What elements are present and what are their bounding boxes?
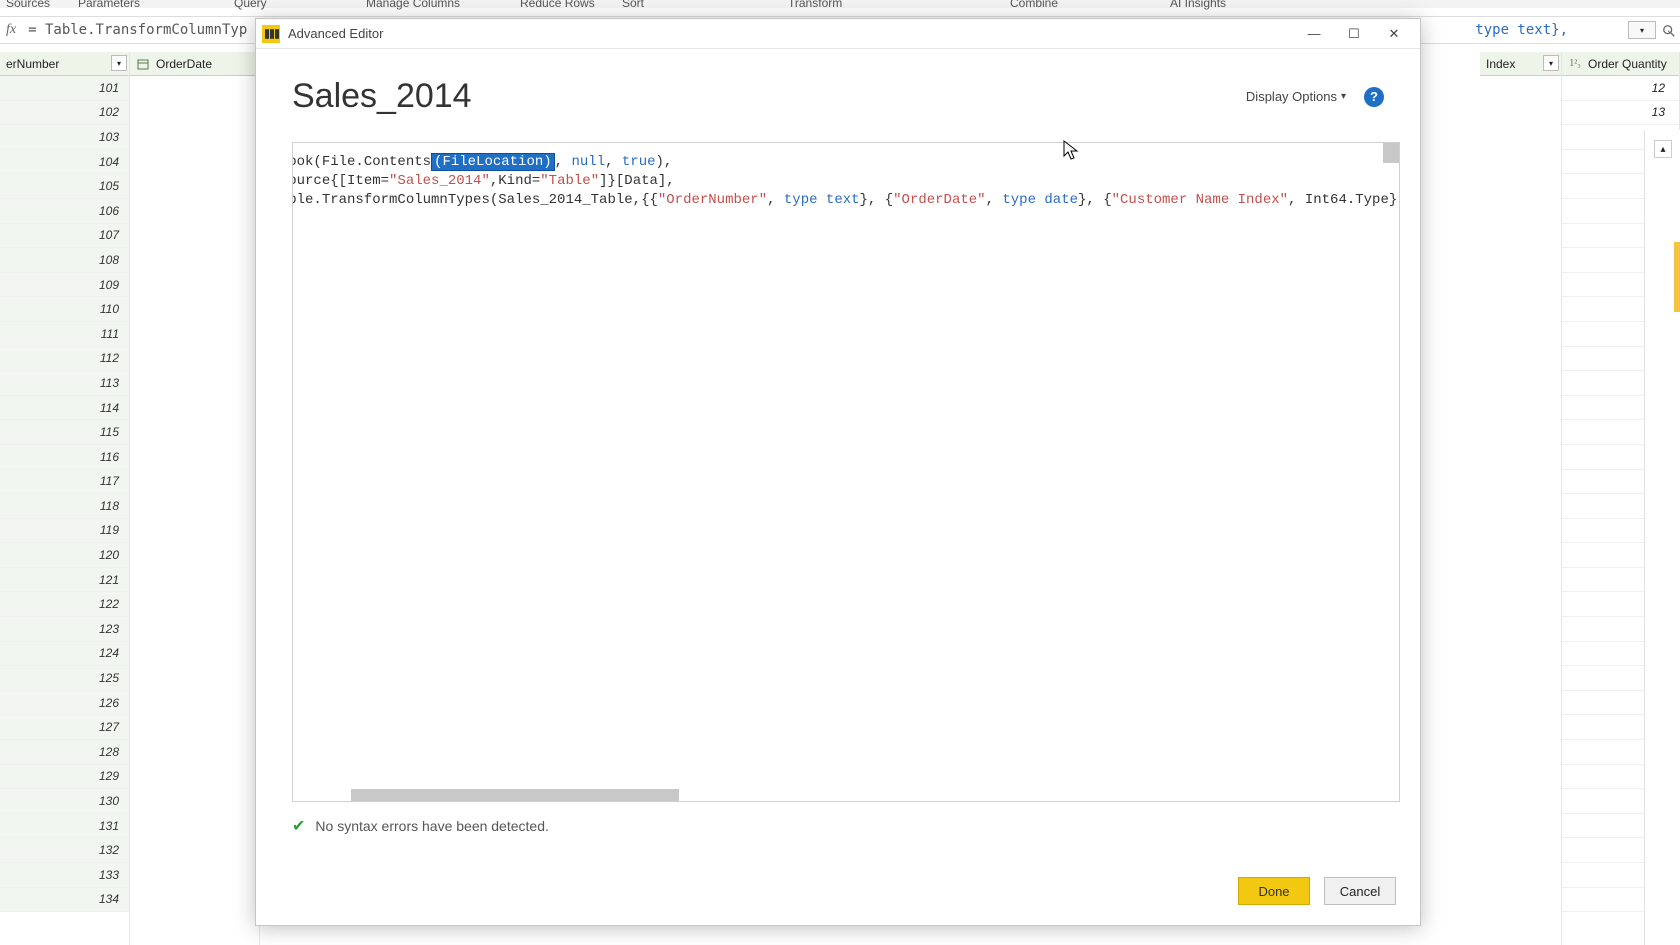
table-cell[interactable]: 112: [0, 347, 129, 372]
ribbon-tab[interactable]: Combine: [1010, 0, 1058, 10]
table-cell[interactable]: 134: [0, 888, 129, 913]
table-cell[interactable]: 119: [0, 519, 129, 544]
column-header-text: OrderDate: [156, 57, 212, 71]
powerbi-icon: [262, 25, 280, 43]
ribbon-tabs: Sources Parameters Query Manage Columns …: [0, 0, 1680, 8]
check-icon: ✔: [292, 816, 305, 836]
chevron-down-icon: ▾: [1341, 91, 1346, 102]
ribbon-tab[interactable]: Transform: [788, 0, 842, 10]
table-cell[interactable]: 126: [0, 691, 129, 716]
ribbon-tab[interactable]: Reduce Rows: [520, 0, 595, 10]
table-cell[interactable]: 102: [0, 101, 129, 126]
table-cell[interactable]: 132: [0, 838, 129, 863]
column-header-text: Order Quantity: [1588, 57, 1667, 71]
vertical-scrollbar[interactable]: [1383, 143, 1399, 163]
column-header[interactable]: OrderDate: [130, 52, 259, 76]
ribbon-tab[interactable]: Parameters: [78, 0, 140, 10]
dialog-titlebar: Advanced Editor — ☐ ✕: [256, 19, 1420, 49]
table-cell[interactable]: 122: [0, 592, 129, 617]
formula-dropdown[interactable]: ▾: [1628, 21, 1656, 39]
column-header-text: erNumber: [6, 57, 59, 71]
ribbon-tab[interactable]: Query: [234, 0, 267, 10]
table-cell[interactable]: 113: [0, 371, 129, 396]
table-cell[interactable]: 131: [0, 814, 129, 839]
calendar-icon: [136, 57, 150, 71]
query-name: Sales_2014: [292, 77, 1246, 116]
table-cell[interactable]: 105: [0, 174, 129, 199]
syntax-status: ✔ No syntax errors have been detected.: [292, 816, 1400, 836]
column-index: Index ▾: [1480, 52, 1562, 945]
advanced-editor-dialog: Advanced Editor — ☐ ✕ Sales_2014 Display…: [255, 18, 1421, 926]
table-cell[interactable]: 129: [0, 765, 129, 790]
table-cell[interactable]: 13: [1562, 101, 1679, 126]
column-orderdate: OrderDate: [130, 52, 260, 945]
table-cell[interactable]: 107: [0, 224, 129, 249]
table-cell[interactable]: 124: [0, 642, 129, 667]
column-filter-icon[interactable]: ▾: [1543, 55, 1559, 71]
table-cell[interactable]: 127: [0, 715, 129, 740]
column-header[interactable]: erNumber ▾: [0, 52, 129, 76]
table-cell[interactable]: 104: [0, 150, 129, 175]
ribbon-tab[interactable]: AI Insights: [1170, 0, 1226, 10]
table-cell[interactable]: 115: [0, 420, 129, 445]
search-icon[interactable]: [1658, 20, 1680, 42]
code-content[interactable]: el.Workbook(File.Contents(FileLocation),…: [292, 153, 1400, 248]
table-cell[interactable]: 120: [0, 543, 129, 568]
table-cell[interactable]: 116: [0, 445, 129, 470]
help-icon[interactable]: ?: [1364, 87, 1384, 107]
table-cell[interactable]: 101: [0, 76, 129, 101]
table-cell[interactable]: 117: [0, 470, 129, 495]
table-cell[interactable]: 123: [0, 617, 129, 642]
minimize-button[interactable]: —: [1294, 20, 1334, 48]
status-text: No syntax errors have been detected.: [315, 818, 548, 834]
table-cell[interactable]: 12: [1562, 76, 1679, 101]
table-cell[interactable]: 121: [0, 568, 129, 593]
table-cell[interactable]: 103: [0, 125, 129, 150]
fx-label: fx: [6, 22, 16, 38]
column-header[interactable]: 1²₃ Order Quantity: [1562, 52, 1679, 76]
column-header[interactable]: Index ▾: [1480, 52, 1561, 76]
table-cell[interactable]: 110: [0, 297, 129, 322]
table-cell[interactable]: 114: [0, 396, 129, 421]
dialog-header: Sales_2014 Display Options ▾ ?: [256, 49, 1420, 124]
number-type-icon: 1²₃: [1568, 57, 1582, 71]
horizontal-scrollbar[interactable]: [351, 789, 679, 801]
code-selection: (FileLocation): [431, 153, 555, 171]
ribbon-tab[interactable]: Sort: [622, 0, 644, 10]
dialog-buttons: Done Cancel: [256, 877, 1420, 925]
ribbon-tab[interactable]: Manage Columns: [366, 0, 460, 10]
table-cell[interactable]: 128: [0, 740, 129, 765]
cancel-button[interactable]: Cancel: [1324, 877, 1396, 905]
formula-text-right: type text},: [1475, 22, 1568, 38]
done-button[interactable]: Done: [1238, 877, 1310, 905]
table-cell[interactable]: 133: [0, 863, 129, 888]
table-cell[interactable]: 106: [0, 199, 129, 224]
table-cell[interactable]: 130: [0, 789, 129, 814]
display-options-dropdown[interactable]: Display Options ▾: [1246, 89, 1346, 104]
table-cell[interactable]: 108: [0, 248, 129, 273]
close-button[interactable]: ✕: [1374, 20, 1414, 48]
ribbon-tab[interactable]: Sources: [6, 0, 50, 10]
scroll-up-icon[interactable]: ▴: [1654, 140, 1672, 158]
dialog-title: Advanced Editor: [288, 26, 1294, 41]
column-header-text: Index: [1486, 57, 1515, 71]
column-ordernumber: erNumber ▾ 10110210310410510610710810911…: [0, 52, 130, 945]
column-filter-icon[interactable]: ▾: [111, 55, 127, 71]
scroll-marker: [1674, 242, 1680, 312]
table-cell[interactable]: 118: [0, 494, 129, 519]
maximize-button[interactable]: ☐: [1334, 20, 1374, 48]
table-cell[interactable]: 111: [0, 322, 129, 347]
display-options-label: Display Options: [1246, 89, 1337, 104]
table-cell[interactable]: 109: [0, 273, 129, 298]
table-cell[interactable]: 125: [0, 666, 129, 691]
code-editor[interactable]: el.Workbook(File.Contents(FileLocation),…: [292, 142, 1400, 802]
